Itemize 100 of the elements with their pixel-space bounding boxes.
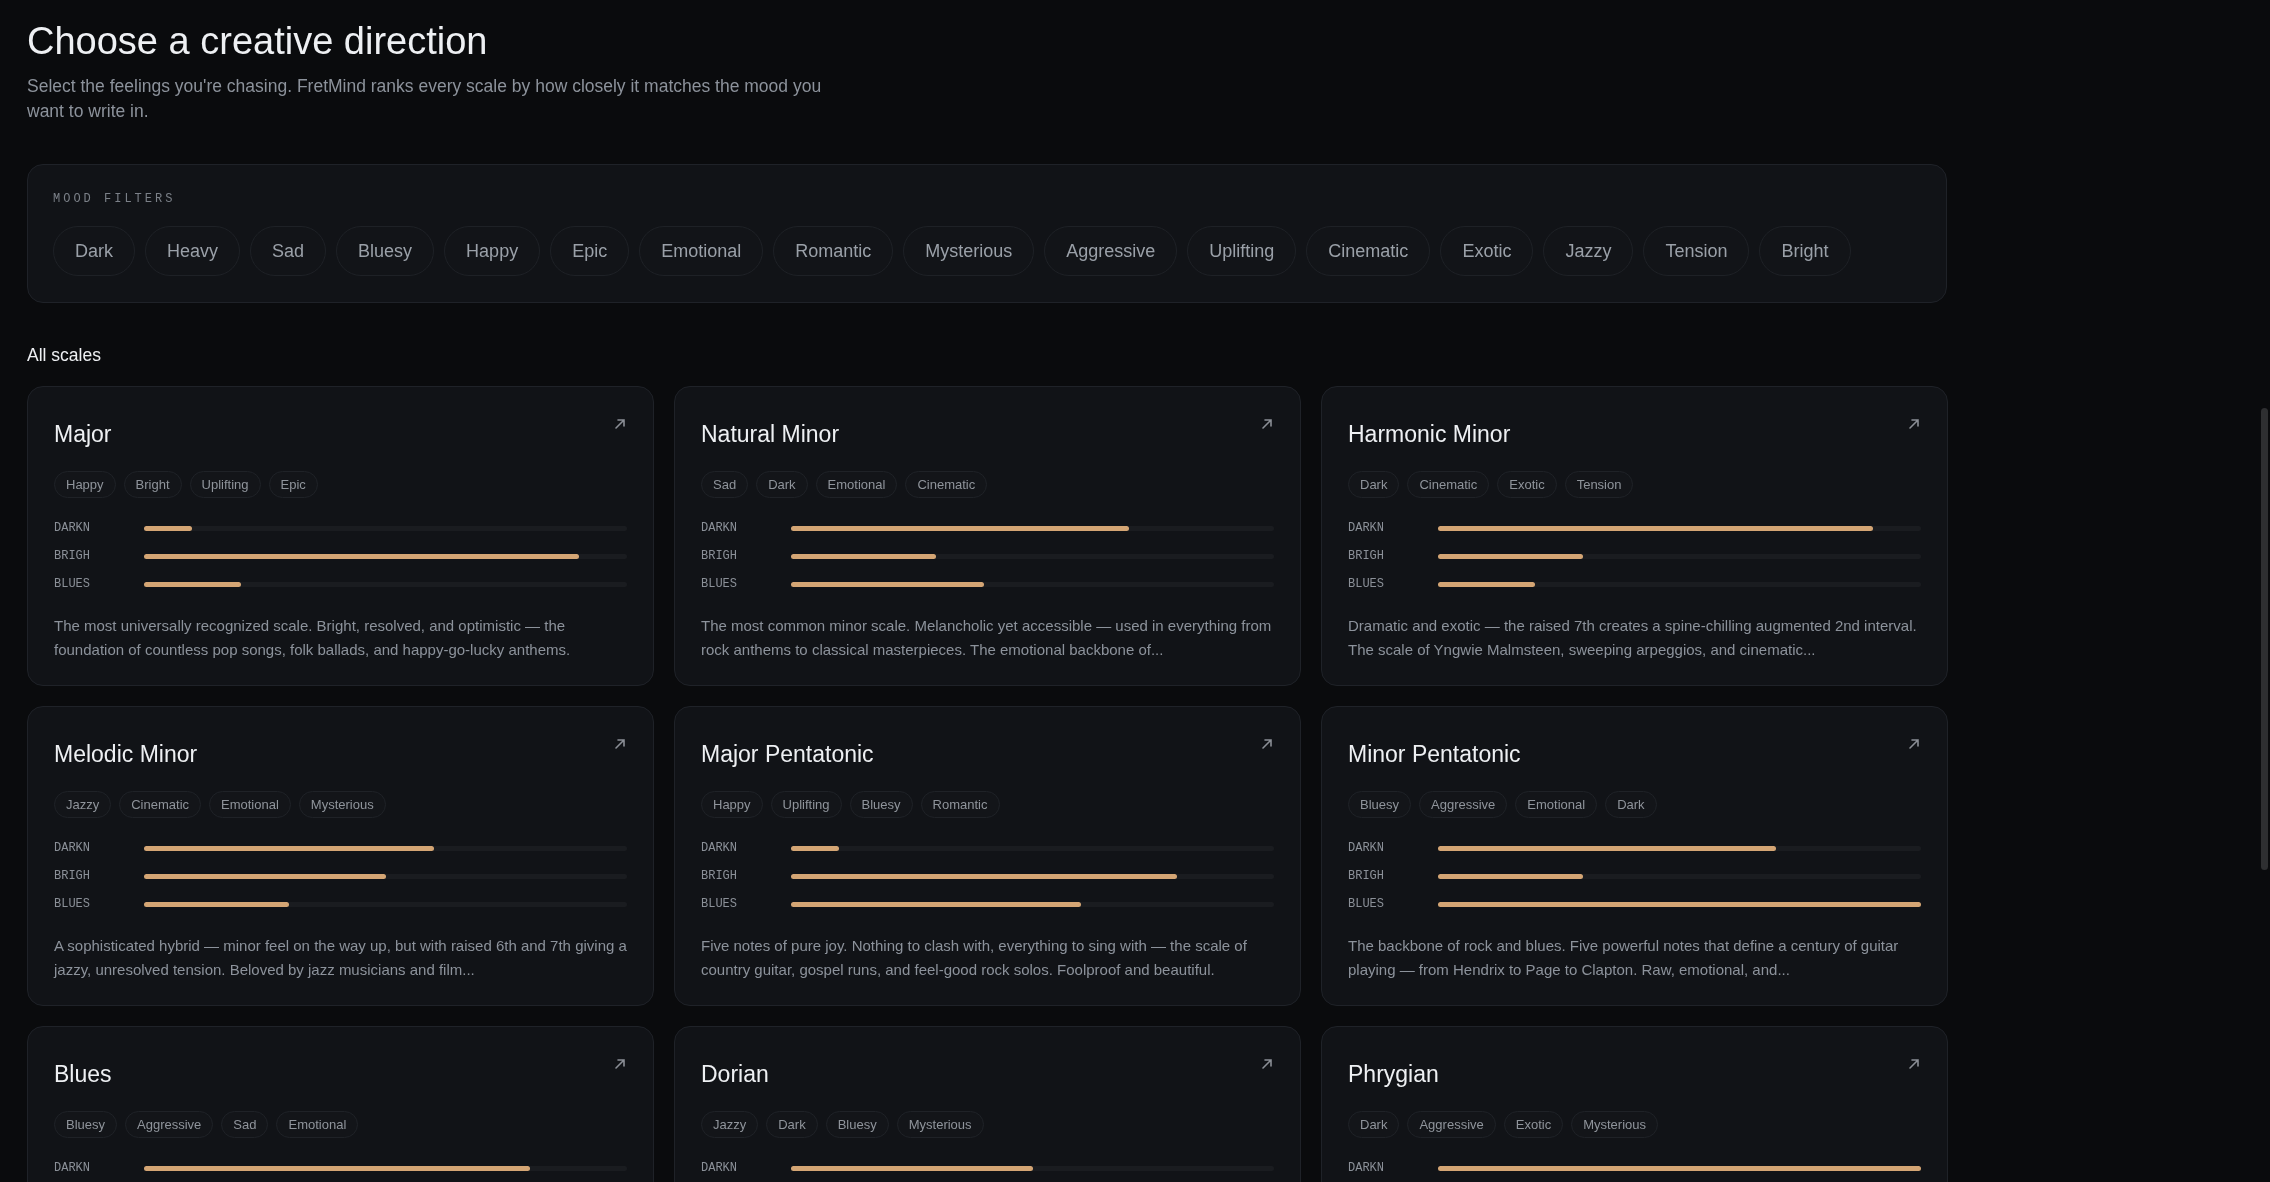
arrow-up-right-icon[interactable] — [613, 1057, 627, 1071]
scale-name: Minor Pentatonic — [1348, 740, 1521, 769]
metric-label: DARKN — [701, 841, 738, 855]
scale-card[interactable] — [27, 386, 654, 686]
metric-label: BRIGH — [1348, 549, 1385, 563]
mood-tag: Bright — [123, 471, 182, 498]
scale-description: The most common minor scale. Melancholic yet accessible — used in everything from rock anthems to classical masterpieces. The emotional backbone of... — [701, 616, 1273, 660]
mood-tag: Aggressive — [125, 1111, 214, 1138]
mood-tag: Cinematic — [905, 471, 988, 498]
mood-chip[interactable]: Bright — [1759, 226, 1851, 276]
scale-card[interactable]: Blues Bluesy Aggressive Sad Emotional DARKN — [27, 1026, 654, 1182]
arrow-up-right-icon[interactable] — [1260, 1057, 1274, 1071]
mood-tag: Aggressive — [1407, 1111, 1496, 1138]
mood-tag: Dark — [756, 471, 808, 498]
metric-label: DARKN — [54, 841, 91, 855]
mood-chip[interactable]: Aggressive — [1044, 226, 1178, 276]
mood-tag: Bluesy — [825, 1111, 889, 1138]
mood-chip[interactable]: Dark — [53, 226, 135, 276]
mood-tag: Uplifting — [770, 791, 842, 818]
mood-tag: Bluesy — [849, 791, 913, 818]
metric-label: BRIGH — [701, 549, 738, 563]
metric-label: BLUES — [1348, 897, 1385, 911]
mood-tag: Bluesy — [1348, 791, 1412, 818]
mood-tag: Jazzy — [54, 791, 112, 818]
metric-label: DARKN — [1348, 521, 1385, 535]
arrow-up-right-icon[interactable] — [1907, 1057, 1921, 1071]
mood-tag: Aggressive — [1419, 791, 1508, 818]
scale-description: Five notes of pure joy. Nothing to clash with, everything to sing with — the scale of country guitar, gospel runs, and feel-good rock solos. Foolproof and beautiful. — [701, 936, 1248, 980]
metric-label: BRIGH — [701, 869, 738, 883]
scrollbar-thumb[interactable] — [2261, 408, 2268, 870]
mood-tag: Exotic — [1497, 471, 1557, 498]
scale-description: The most universally recognized scale. Bright, resolved, and optimistic — the foundation of countless pop songs, folk ballads, and happy-go-lucky anthems. — [54, 616, 572, 660]
mood-tag: Sad — [221, 1111, 269, 1138]
mood-chip[interactable]: Sad — [250, 226, 327, 276]
metric-label: DARKN — [1348, 1161, 1385, 1175]
mood-tag: Jazzy — [701, 1111, 759, 1138]
mood-tag: Emotional — [209, 791, 291, 818]
metric-label: DARKN — [701, 521, 738, 535]
mood-tag: Mysterious — [896, 1111, 984, 1138]
arrow-up-right-icon[interactable] — [1907, 737, 1921, 751]
mood-tag: Happy — [701, 791, 763, 818]
filter-label: MOOD FILTERS — [53, 192, 177, 206]
mood-tag: Emotional — [276, 1111, 359, 1138]
mood-chip[interactable]: Heavy — [145, 226, 241, 276]
metric-label: BRIGH — [54, 549, 91, 563]
mood-tag: Dark — [1605, 791, 1657, 818]
arrow-up-right-icon[interactable] — [1260, 737, 1274, 751]
scale-description: The backbone of rock and blues. Five powerful notes that define a century of guitar playing — from Hendrix to Page to Clapton. Raw, emotional, and... — [1348, 936, 1900, 980]
metric-label: BRIGH — [54, 869, 91, 883]
mood-tag: Tension — [1564, 471, 1634, 498]
mood-chip[interactable]: Epic — [550, 226, 630, 276]
metric-label: BLUES — [1348, 577, 1385, 591]
mood-chip[interactable]: Bluesy — [336, 226, 435, 276]
scale-card[interactable] — [1321, 706, 1948, 1006]
metric-label: BRIGH — [1348, 869, 1385, 883]
mood-tag: Mysterious — [298, 791, 386, 818]
mood-tag: Emotional — [815, 471, 898, 498]
scale-card[interactable]: Dorian Jazzy Dark Bluesy Mysterious DARKN — [674, 1026, 1301, 1182]
metric-label: DARKN — [701, 1161, 738, 1175]
mood-chip[interactable]: Tension — [1643, 226, 1750, 276]
scale-card[interactable] — [674, 386, 1301, 686]
mood-chip[interactable]: Mysterious — [903, 226, 1035, 276]
mood-tag: Dark — [1348, 471, 1400, 498]
scale-card[interactable] — [1321, 386, 1948, 686]
metric-label: BLUES — [701, 897, 738, 911]
section-title: All scales — [27, 345, 102, 366]
metric-label: BLUES — [54, 577, 91, 591]
mood-tag: Exotic — [1503, 1111, 1564, 1138]
mood-chip[interactable]: Romantic — [773, 226, 894, 276]
mood-chip[interactable]: Happy — [444, 226, 541, 276]
scale-name: Blues — [54, 1060, 112, 1089]
scale-name: Major — [54, 420, 112, 449]
mood-chip[interactable]: Uplifting — [1187, 226, 1297, 276]
mood-tag: Sad — [701, 471, 749, 498]
metric-label: DARKN — [1348, 841, 1385, 855]
mood-chip[interactable]: Cinematic — [1306, 226, 1431, 276]
metric-label: DARKN — [54, 521, 91, 535]
scale-card[interactable] — [27, 706, 654, 1006]
page-title: Choose a creative direction — [27, 19, 489, 64]
scale-card[interactable]: Phrygian Dark Aggressive Exotic Mysterious DARKN — [1321, 1026, 1948, 1182]
scale-name: Dorian — [701, 1060, 769, 1089]
scale-name: Major Pentatonic — [701, 740, 874, 769]
mood-tag: Romantic — [920, 791, 1000, 818]
arrow-up-right-icon[interactable] — [613, 737, 627, 751]
scale-description: Dramatic and exotic — the raised 7th creates a spine-chilling augmented 2nd interval. The scale of Yngwie Malmsteen, sweeping arpeggios, and cinematic... — [1348, 616, 1918, 660]
mood-tag: Happy — [54, 471, 116, 498]
metric-label: BLUES — [54, 897, 91, 911]
mood-chip[interactable]: Emotional — [639, 226, 764, 276]
page-subtitle: Select the feelings you're chasing. FretMind ranks every scale by how closely it matches the mood you want to write in. — [27, 75, 823, 123]
scale-card[interactable] — [674, 706, 1301, 1006]
scale-name: Harmonic Minor — [1348, 420, 1511, 449]
metric-label: DARKN — [54, 1161, 91, 1175]
mood-tag: Bluesy — [54, 1111, 118, 1138]
arrow-up-right-icon[interactable] — [613, 417, 627, 431]
mood-chip[interactable]: Exotic — [1440, 226, 1534, 276]
arrow-up-right-icon[interactable] — [1260, 417, 1274, 431]
mood-chip[interactable]: Jazzy — [1543, 226, 1634, 276]
mood-tag: Dark — [1348, 1111, 1400, 1138]
arrow-up-right-icon[interactable] — [1907, 417, 1921, 431]
mood-tag: Cinematic — [119, 791, 202, 818]
